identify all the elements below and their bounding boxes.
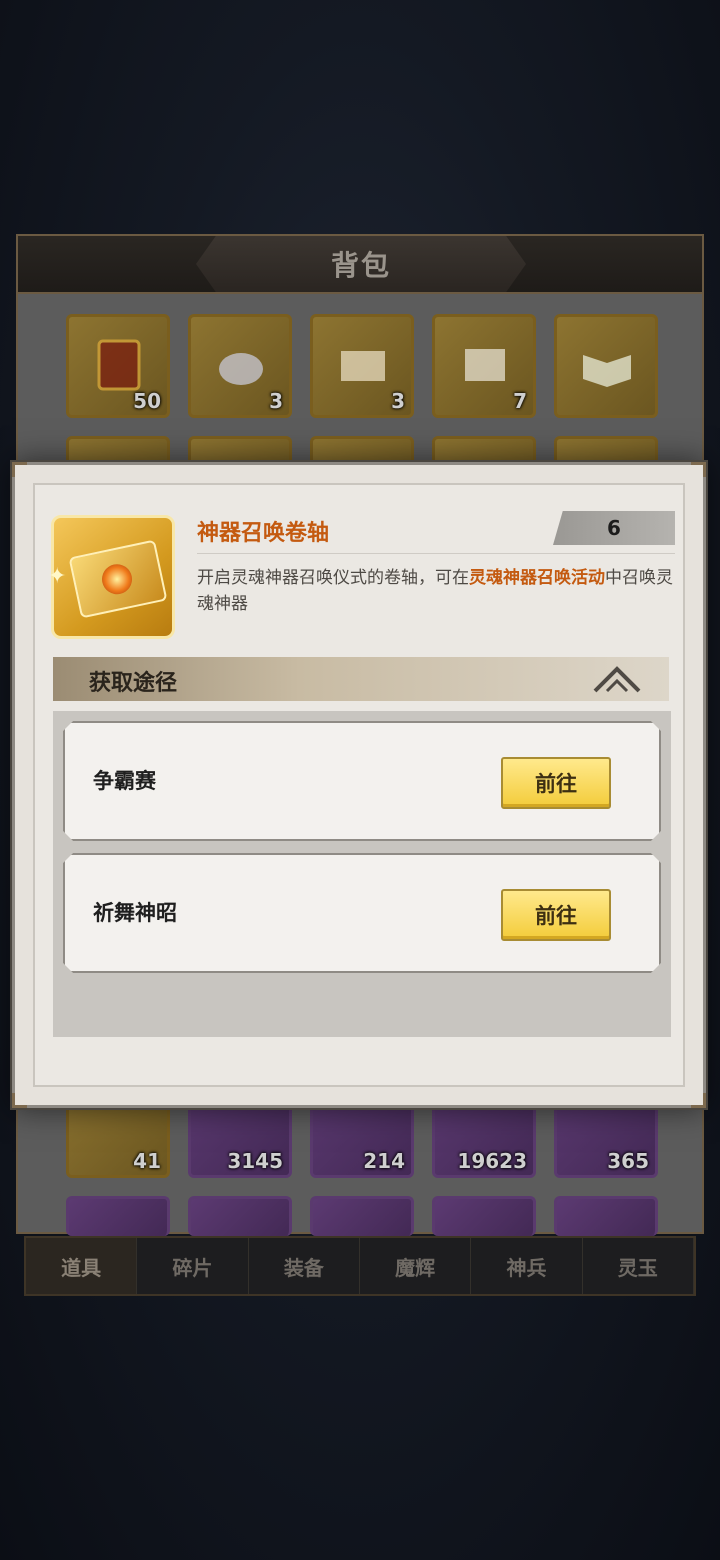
source-row: 争霸赛 前往 (63, 721, 661, 841)
go-button[interactable]: 前往 (501, 889, 611, 941)
slot-qty: 365 (607, 1149, 649, 1173)
slot-qty: 3 (269, 389, 283, 413)
pouch-icon (219, 353, 263, 385)
item-icon: ✦ (48, 515, 175, 639)
bag-slot[interactable] (554, 314, 658, 418)
bag-slot[interactable] (66, 1196, 170, 1236)
bag-slot[interactable] (188, 1196, 292, 1236)
desc-prefix: 开启灵魂神器召唤仪式的卷轴，可在 (197, 568, 469, 588)
bag-slot[interactable]: 3 (310, 314, 414, 418)
frame-corner (12, 1093, 27, 1108)
frame-corner (691, 1093, 706, 1108)
source-list: 争霸赛 前往 祈舞神昭 前往 (53, 711, 671, 1037)
tab-items[interactable]: 道具 (26, 1238, 138, 1294)
open-book-icon (583, 355, 631, 387)
divider (197, 553, 675, 554)
summon-scroll-icon (68, 539, 168, 619)
bag-title-plate: 背包 (196, 236, 526, 292)
collapse-icon[interactable] (591, 663, 643, 695)
item-name: 神器召唤卷轴 (197, 521, 330, 546)
go-button[interactable]: 前往 (501, 757, 611, 809)
book-icon (341, 351, 385, 381)
tab-equipment[interactable]: 装备 (249, 1238, 360, 1294)
sparkle-icon: ✦ (48, 564, 67, 589)
bag-slot[interactable] (432, 1196, 536, 1236)
slot-qty: 19623 (457, 1149, 527, 1173)
source-section-title: 获取途径 (89, 671, 178, 696)
slot-qty: 3 (391, 389, 405, 413)
bag-slot[interactable] (310, 1196, 414, 1236)
item-count: 6 (553, 511, 675, 545)
tab-divine-weapon[interactable]: 神兵 (471, 1238, 583, 1294)
item-detail-modal: ✦ 神器召唤卷轴 6 开启灵魂神器召唤仪式的卷轴，可在灵魂神器召唤活动中召唤灵魂… (12, 462, 706, 1108)
slot-qty: 41 (133, 1149, 161, 1173)
sun-emblem-icon (99, 561, 135, 597)
slot-qty: 50 (133, 389, 161, 413)
source-label: 争霸赛 (93, 769, 156, 793)
scroll-card-icon (97, 339, 141, 391)
tab-fragments[interactable]: 碎片 (137, 1238, 249, 1294)
bag-tab-bar: 道具 碎片 装备 魔辉 神兵 灵玉 (24, 1236, 696, 1296)
bag-slot[interactable]: 7 (432, 314, 536, 418)
frame-corner (691, 462, 706, 477)
bag-title: 背包 (330, 249, 391, 282)
tab-magic-glow[interactable]: 魔辉 (360, 1238, 472, 1294)
bag-slot[interactable] (554, 1196, 658, 1236)
slot-qty: 7 (513, 389, 527, 413)
bag-header: 背包 (18, 236, 702, 294)
source-row: 祈舞神昭 前往 (63, 853, 661, 973)
desc-highlight: 灵魂神器召唤活动 (469, 568, 605, 588)
frame-corner (12, 462, 27, 477)
bag-slot[interactable]: 3 (188, 314, 292, 418)
slot-qty: 3145 (227, 1149, 283, 1173)
scroll-icon (465, 349, 505, 381)
source-label: 祈舞神昭 (93, 901, 177, 925)
slot-qty: 214 (363, 1149, 405, 1173)
source-section-header[interactable]: 获取途径 (53, 657, 669, 701)
tab-spirit-jade[interactable]: 灵玉 (583, 1238, 694, 1294)
bag-slot[interactable]: 50 (66, 314, 170, 418)
item-description: 开启灵魂神器召唤仪式的卷轴，可在灵魂神器召唤活动中召唤灵魂神器 (197, 565, 677, 617)
